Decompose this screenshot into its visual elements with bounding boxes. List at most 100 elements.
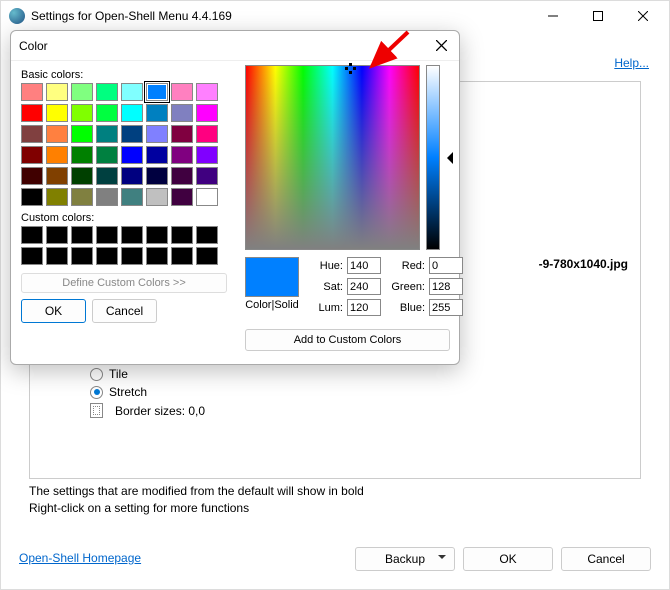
backup-button[interactable]: Backup: [355, 547, 455, 571]
custom-color-swatch[interactable]: [146, 226, 168, 244]
custom-color-swatch[interactable]: [121, 247, 143, 265]
bottom-buttons: Backup OK Cancel: [355, 547, 651, 571]
sat-label: Sat:: [309, 281, 343, 293]
radio-tile[interactable]: Tile: [90, 367, 205, 381]
color-ok-button[interactable]: OK: [21, 299, 86, 323]
basic-color-swatch[interactable]: [71, 146, 93, 164]
color-gradient-field[interactable]: [245, 65, 420, 250]
custom-color-swatch[interactable]: [46, 247, 68, 265]
border-sizes-row[interactable]: Border sizes: 0,0: [30, 403, 205, 418]
basic-color-swatch[interactable]: [171, 104, 193, 122]
basic-color-swatch[interactable]: [196, 104, 218, 122]
radio-stretch[interactable]: Stretch: [90, 385, 205, 399]
custom-color-swatch[interactable]: [196, 226, 218, 244]
basic-color-swatch[interactable]: [146, 83, 168, 101]
red-input[interactable]: [429, 257, 463, 274]
basic-color-swatch[interactable]: [146, 125, 168, 143]
basic-color-swatch[interactable]: [171, 146, 193, 164]
sat-input[interactable]: [347, 278, 381, 295]
basic-color-swatch[interactable]: [46, 83, 68, 101]
basic-color-swatch[interactable]: [21, 83, 43, 101]
close-button[interactable]: [620, 2, 665, 30]
basic-color-swatch[interactable]: [121, 125, 143, 143]
basic-color-swatch[interactable]: [96, 167, 118, 185]
basic-color-swatch[interactable]: [196, 125, 218, 143]
basic-color-swatch[interactable]: [196, 146, 218, 164]
basic-color-swatch[interactable]: [96, 188, 118, 206]
custom-color-swatch[interactable]: [146, 247, 168, 265]
color-cancel-button[interactable]: Cancel: [92, 299, 157, 323]
luminance-strip[interactable]: [426, 65, 440, 250]
app-icon: [9, 8, 25, 24]
basic-color-swatch[interactable]: [71, 167, 93, 185]
custom-color-swatch[interactable]: [71, 226, 93, 244]
color-preview: [245, 257, 299, 297]
custom-color-swatch[interactable]: [171, 226, 193, 244]
basic-color-swatch[interactable]: [171, 167, 193, 185]
custom-color-swatch[interactable]: [196, 247, 218, 265]
ok-button[interactable]: OK: [463, 547, 553, 571]
custom-color-swatch[interactable]: [121, 226, 143, 244]
homepage-link[interactable]: Open-Shell Homepage: [19, 551, 141, 565]
basic-color-swatch[interactable]: [121, 146, 143, 164]
basic-color-swatch[interactable]: [96, 125, 118, 143]
basic-color-swatch[interactable]: [71, 104, 93, 122]
basic-color-swatch[interactable]: [171, 188, 193, 206]
basic-color-swatch[interactable]: [96, 104, 118, 122]
basic-color-swatch[interactable]: [71, 125, 93, 143]
maximize-button[interactable]: [575, 2, 620, 30]
custom-color-swatch[interactable]: [21, 226, 43, 244]
lum-label: Lum:: [309, 302, 343, 314]
basic-color-swatch[interactable]: [96, 146, 118, 164]
basic-color-swatch[interactable]: [196, 188, 218, 206]
basic-color-swatch[interactable]: [146, 188, 168, 206]
custom-color-swatch[interactable]: [96, 226, 118, 244]
basic-color-swatch[interactable]: [196, 83, 218, 101]
green-input[interactable]: [429, 278, 463, 295]
basic-color-swatch[interactable]: [121, 188, 143, 206]
basic-color-swatch[interactable]: [21, 125, 43, 143]
hue-input[interactable]: [347, 257, 381, 274]
custom-color-swatch[interactable]: [96, 247, 118, 265]
basic-color-swatch[interactable]: [21, 146, 43, 164]
add-to-custom-button[interactable]: Add to Custom Colors: [245, 329, 450, 351]
window-title: Settings for Open-Shell Menu 4.4.169: [31, 9, 530, 23]
basic-color-swatch[interactable]: [196, 167, 218, 185]
basic-color-swatch[interactable]: [46, 125, 68, 143]
minimize-button[interactable]: [530, 2, 575, 30]
radio-icon: [90, 368, 103, 381]
filename-fragment: -9-780x1040.jpg: [539, 257, 628, 271]
help-link[interactable]: Help...: [614, 56, 649, 70]
basic-color-swatch[interactable]: [121, 167, 143, 185]
basic-color-swatch[interactable]: [46, 104, 68, 122]
basic-color-swatch[interactable]: [21, 188, 43, 206]
basic-color-swatch[interactable]: [121, 83, 143, 101]
blue-input[interactable]: [429, 299, 463, 316]
border-icon: [90, 403, 103, 418]
window-controls: [530, 2, 665, 30]
basic-color-swatch[interactable]: [96, 83, 118, 101]
basic-color-swatch[interactable]: [146, 104, 168, 122]
basic-color-swatch[interactable]: [171, 83, 193, 101]
basic-color-swatch[interactable]: [46, 188, 68, 206]
red-label: Red:: [391, 260, 425, 272]
custom-color-swatch[interactable]: [46, 226, 68, 244]
basic-color-swatch[interactable]: [171, 125, 193, 143]
basic-color-swatch[interactable]: [21, 167, 43, 185]
define-custom-colors-button[interactable]: Define Custom Colors >>: [21, 273, 227, 293]
lum-input[interactable]: [347, 299, 381, 316]
basic-color-swatch[interactable]: [71, 188, 93, 206]
custom-color-swatch[interactable]: [171, 247, 193, 265]
radio-tile-label: Tile: [109, 367, 128, 381]
basic-color-swatch[interactable]: [46, 146, 68, 164]
basic-color-swatch[interactable]: [146, 146, 168, 164]
color-dialog-close-button[interactable]: [431, 36, 451, 56]
basic-color-swatch[interactable]: [21, 104, 43, 122]
basic-color-swatch[interactable]: [46, 167, 68, 185]
basic-color-swatch[interactable]: [146, 167, 168, 185]
basic-color-swatch[interactable]: [71, 83, 93, 101]
basic-color-swatch[interactable]: [121, 104, 143, 122]
custom-color-swatch[interactable]: [71, 247, 93, 265]
cancel-button[interactable]: Cancel: [561, 547, 651, 571]
custom-color-swatch[interactable]: [21, 247, 43, 265]
